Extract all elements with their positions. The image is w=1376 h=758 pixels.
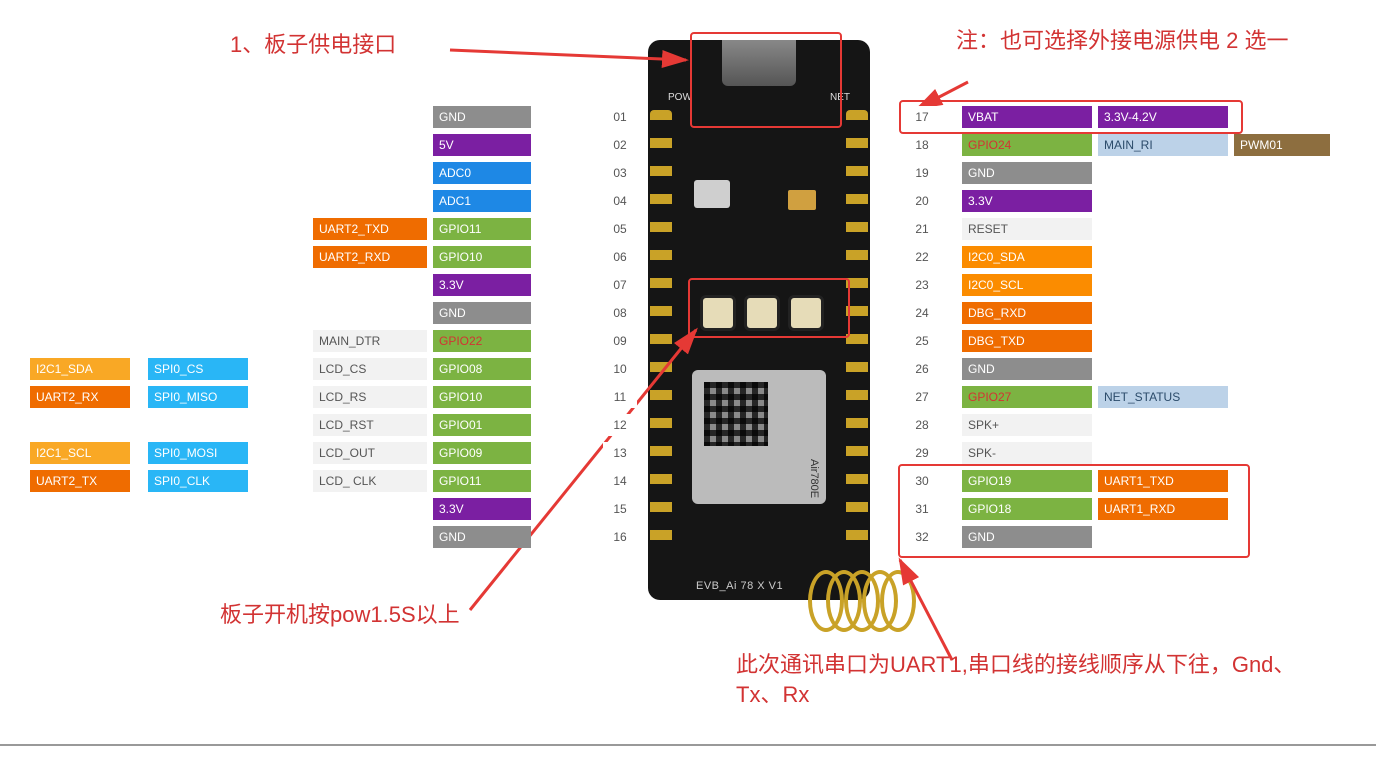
- pin-label: SPK+: [962, 414, 1092, 436]
- pin-number: 26: [905, 358, 939, 380]
- pin-label: MAIN_RI: [1098, 134, 1228, 156]
- pin-label: I2C0_SDA: [962, 246, 1092, 268]
- pin-label: GPIO11: [433, 470, 531, 492]
- pin-label: GPIO18: [962, 498, 1092, 520]
- annotation-note: 注：也可选择外接电源供电 2 选一: [956, 26, 1346, 56]
- pin-label: 3.3V: [962, 190, 1092, 212]
- pin-number: 10: [603, 358, 637, 380]
- pin-number: 01: [603, 106, 637, 128]
- pin-label: LCD_RS: [313, 386, 427, 408]
- pin-label: ADC1: [433, 190, 531, 212]
- annotation-boot: 板子开机按pow1.5S以上: [220, 600, 460, 630]
- pin-label: LCD_OUT: [313, 442, 427, 464]
- pin-label: 3.3V: [433, 498, 531, 520]
- pin-label: NET_STATUS: [1098, 386, 1228, 408]
- pin-number: 08: [603, 302, 637, 324]
- pin-label: ADC0: [433, 162, 531, 184]
- pin-label: SPI0_MOSI: [148, 442, 248, 464]
- pin-number: 14: [603, 470, 637, 492]
- pin-label: LCD_CS: [313, 358, 427, 380]
- pin-number: 22: [905, 246, 939, 268]
- pin-number: 04: [603, 190, 637, 212]
- pin-number: 30: [905, 470, 939, 492]
- pin-label: UART2_TX: [30, 470, 130, 492]
- pin-number: 18: [905, 134, 939, 156]
- pin-label: SPK-: [962, 442, 1092, 464]
- pin-label: SPI0_MISO: [148, 386, 248, 408]
- pin-label: UART1_TXD: [1098, 470, 1228, 492]
- pin-number: 13: [603, 442, 637, 464]
- pin-number: 05: [603, 218, 637, 240]
- pin-label: GND: [433, 106, 531, 128]
- pin-number: 17: [905, 106, 939, 128]
- pin-label: SPI0_CS: [148, 358, 248, 380]
- pin-number: 03: [603, 162, 637, 184]
- pin-label: MAIN_DTR: [313, 330, 427, 352]
- pin-number: 32: [905, 526, 939, 548]
- pin-label: GPIO11: [433, 218, 531, 240]
- pin-number: 21: [905, 218, 939, 240]
- pin-label: UART2_TXD: [313, 218, 427, 240]
- pin-label: GND: [433, 302, 531, 324]
- annotation-power: 1、板子供电接口: [230, 30, 396, 60]
- pin-number: 20: [905, 190, 939, 212]
- pin-label: DBG_TXD: [962, 330, 1092, 352]
- pin-label: GPIO01: [433, 414, 531, 436]
- pin-label: LCD_RST: [313, 414, 427, 436]
- pin-number: 09: [603, 330, 637, 352]
- pin-label: GPIO10: [433, 386, 531, 408]
- pin-label: VBAT: [962, 106, 1092, 128]
- pin-label: UART1_RXD: [1098, 498, 1228, 520]
- pin-label: GPIO24: [962, 134, 1092, 156]
- pin-label: UART2_RX: [30, 386, 130, 408]
- pin-number: 07: [603, 274, 637, 296]
- pin-label: LCD_ CLK: [313, 470, 427, 492]
- pin-label: GND: [962, 358, 1092, 380]
- pin-label: GPIO09: [433, 442, 531, 464]
- pin-number: 24: [905, 302, 939, 324]
- pin-number: 29: [905, 442, 939, 464]
- pin-label: I2C1_SDA: [30, 358, 130, 380]
- pin-label: I2C1_SCL: [30, 442, 130, 464]
- pin-label: I2C0_SCL: [962, 274, 1092, 296]
- pin-label: GND: [962, 162, 1092, 184]
- pin-label: GND: [433, 526, 531, 548]
- pin-number: 02: [603, 134, 637, 156]
- pin-label: GPIO08: [433, 358, 531, 380]
- pin-number: 31: [905, 498, 939, 520]
- pin-label: 3.3V: [433, 274, 531, 296]
- pin-number: 19: [905, 162, 939, 184]
- pin-label: DBG_RXD: [962, 302, 1092, 324]
- pin-label: GND: [962, 526, 1092, 548]
- pin-label: RESET: [962, 218, 1092, 240]
- pin-number: 27: [905, 386, 939, 408]
- pin-number: 25: [905, 330, 939, 352]
- pin-label: GPIO10: [433, 246, 531, 268]
- pin-number: 15: [603, 498, 637, 520]
- pin-label: 5V: [433, 134, 531, 156]
- pin-number: 12: [603, 414, 637, 436]
- pin-label: GPIO27: [962, 386, 1092, 408]
- pin-number: 16: [603, 526, 637, 548]
- pin-label: 3.3V-4.2V: [1098, 106, 1228, 128]
- pin-label: GPIO22: [433, 330, 531, 352]
- pin-label: SPI0_CLK: [148, 470, 248, 492]
- pin-label: UART2_RXD: [313, 246, 427, 268]
- annotation-uart: 此次通讯串口为UART1,串口线的接线顺序从下往，Gnd、Tx、Rx: [736, 650, 1296, 709]
- pin-label: GPIO19: [962, 470, 1092, 492]
- pin-number: 23: [905, 274, 939, 296]
- pin-label: PWM01: [1234, 134, 1330, 156]
- divider-bottom: [0, 744, 1376, 746]
- pin-number: 11: [603, 386, 637, 408]
- pin-number: 06: [603, 246, 637, 268]
- pin-number: 28: [905, 414, 939, 436]
